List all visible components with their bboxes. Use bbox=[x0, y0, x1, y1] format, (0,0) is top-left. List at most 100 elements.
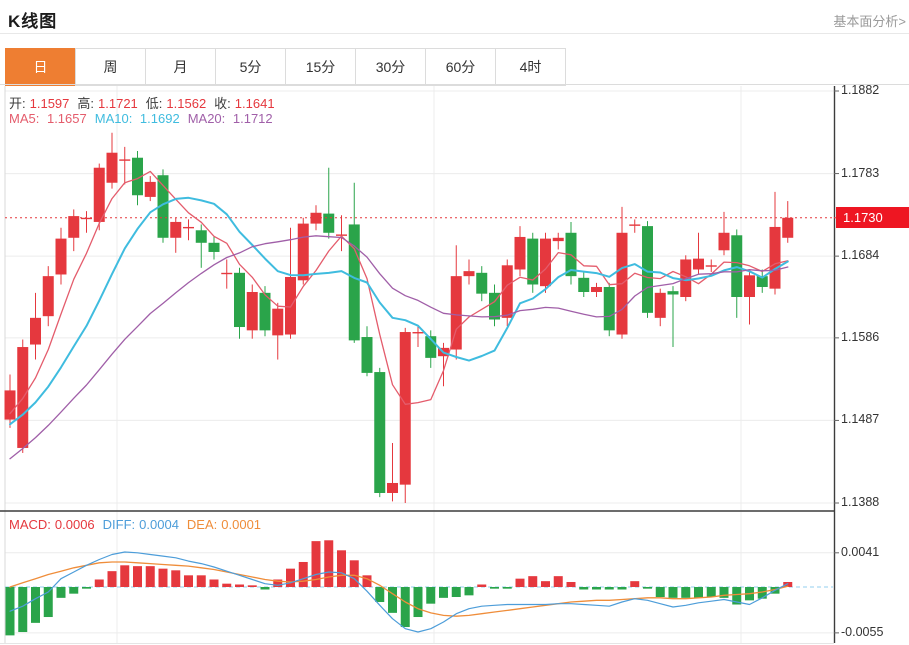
macd-hist-bar bbox=[694, 587, 703, 598]
candle-body bbox=[362, 337, 373, 373]
candle-body bbox=[502, 265, 513, 318]
candle-body bbox=[782, 218, 793, 238]
candle-body bbox=[374, 372, 385, 493]
macd-hist-bar bbox=[477, 584, 486, 587]
macd-hist-bar bbox=[490, 587, 499, 589]
candle-body bbox=[655, 293, 666, 318]
candle-body bbox=[107, 153, 118, 183]
macd-hist-bar bbox=[630, 581, 639, 587]
macd-hist-bar bbox=[554, 576, 563, 587]
candle-body bbox=[119, 159, 130, 160]
macd-hist-bar bbox=[669, 587, 678, 598]
macd-hist-bar bbox=[286, 569, 295, 587]
candle-body bbox=[68, 216, 79, 238]
period-tabbar: 日周月5分15分30分60分4时 bbox=[5, 48, 566, 85]
candle-body bbox=[183, 227, 194, 228]
macd-hist-bar bbox=[605, 587, 614, 590]
macd-hist-bar bbox=[681, 587, 690, 598]
macd-hist-bar bbox=[567, 582, 576, 587]
tab-4hour[interactable]: 4时 bbox=[495, 48, 566, 86]
candle-body bbox=[400, 332, 411, 485]
candle-body bbox=[196, 230, 207, 243]
macd-hist-bar bbox=[69, 587, 78, 594]
candle-body bbox=[221, 273, 232, 274]
candle-body bbox=[515, 237, 526, 270]
macd-hist-bar bbox=[465, 587, 474, 595]
tabbar-underline bbox=[0, 84, 909, 85]
macd-hist-bar bbox=[350, 560, 359, 587]
macd-hist-bar bbox=[184, 575, 193, 587]
candle-body bbox=[476, 273, 487, 294]
macd-hist-bar bbox=[82, 587, 91, 589]
candle-body bbox=[464, 271, 475, 276]
macd-hist-bar bbox=[528, 576, 537, 587]
candle-body bbox=[591, 287, 602, 292]
candle-body bbox=[272, 309, 283, 336]
candle-body bbox=[298, 224, 309, 281]
candle-body bbox=[145, 182, 156, 197]
candle-body bbox=[170, 222, 181, 238]
macd-hist-bar bbox=[452, 587, 461, 597]
macd-hist-bar bbox=[299, 562, 308, 587]
candle-body bbox=[770, 227, 781, 289]
tab-month[interactable]: 月 bbox=[145, 48, 216, 86]
macd-hist-bar bbox=[248, 585, 257, 587]
macd-hist-bar bbox=[643, 587, 652, 589]
header-divider bbox=[0, 33, 909, 34]
candle-body bbox=[209, 243, 220, 252]
candle-body bbox=[451, 276, 462, 349]
candle-body bbox=[323, 214, 334, 233]
candle-body bbox=[527, 239, 538, 285]
macd-hist-bar bbox=[261, 587, 270, 590]
candle-body bbox=[94, 168, 105, 222]
page-title: K线图 bbox=[8, 7, 57, 32]
macd-hist-bar bbox=[401, 587, 410, 627]
candle-body bbox=[387, 483, 398, 493]
macd-hist-bar bbox=[108, 571, 117, 587]
macd-hist-bar bbox=[171, 570, 180, 587]
kline-page: K线图 基本面分析> 日周月5分15分30分60分4时 开:1.1597高:1.… bbox=[0, 0, 909, 645]
macd-hist-bar bbox=[18, 587, 27, 632]
macd-hist-bar bbox=[541, 581, 550, 587]
fundamental-analysis-link[interactable]: 基本面分析> bbox=[833, 11, 906, 30]
tab-week[interactable]: 周 bbox=[75, 48, 146, 86]
macd-hist-bar bbox=[197, 575, 206, 587]
macd-hist-bar bbox=[439, 587, 448, 598]
candle-body bbox=[719, 233, 730, 251]
candle-body bbox=[604, 287, 615, 330]
candle-body bbox=[629, 224, 640, 225]
candle-body bbox=[668, 291, 679, 294]
macd-hist-bar bbox=[656, 587, 665, 597]
macd-hist-bar bbox=[618, 587, 627, 590]
candle-body bbox=[413, 332, 424, 333]
candle-body bbox=[693, 259, 704, 270]
tab-60min[interactable]: 60分 bbox=[425, 48, 496, 86]
candle-body bbox=[349, 224, 360, 340]
candle-body bbox=[540, 239, 551, 287]
candle-body bbox=[706, 265, 717, 266]
macd-hist-bar bbox=[503, 587, 512, 589]
macd-hist-bar bbox=[31, 587, 40, 623]
candle-body bbox=[30, 318, 41, 345]
macd-hist-bar bbox=[414, 587, 423, 617]
tab-day[interactable]: 日 bbox=[5, 48, 76, 86]
macd-hist-bar bbox=[210, 579, 219, 587]
ma10-line bbox=[10, 198, 788, 424]
macd-hist-bar bbox=[337, 550, 346, 587]
macd-hist-bar bbox=[579, 587, 588, 590]
macd-hist-bar bbox=[57, 587, 66, 598]
tab-5min[interactable]: 5分 bbox=[215, 48, 286, 86]
tab-30min[interactable]: 30分 bbox=[355, 48, 426, 86]
chart-canvas[interactable] bbox=[0, 0, 909, 645]
candle-body bbox=[247, 292, 258, 330]
macd-hist-bar bbox=[592, 587, 601, 590]
macd-hist-bar bbox=[324, 540, 333, 587]
candle-body bbox=[56, 239, 67, 275]
candle-body bbox=[43, 276, 54, 316]
ma20-line bbox=[10, 236, 788, 459]
macd-hist-bar bbox=[133, 566, 142, 587]
candle-body bbox=[744, 275, 755, 297]
candle-body bbox=[553, 238, 564, 241]
macd-hist-bar bbox=[95, 579, 104, 587]
tab-15min[interactable]: 15分 bbox=[285, 48, 356, 86]
